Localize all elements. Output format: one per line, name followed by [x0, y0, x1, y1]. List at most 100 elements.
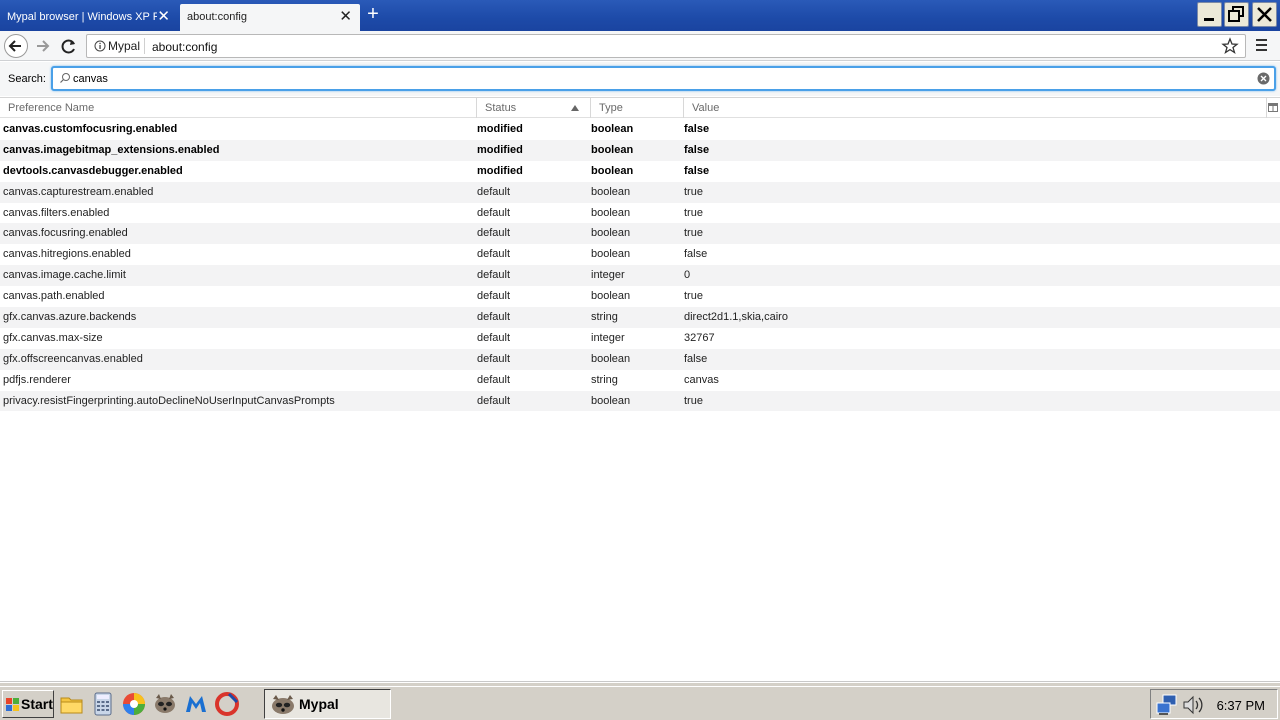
back-arrow-icon: [8, 40, 21, 52]
column-header-status[interactable]: Status: [477, 98, 591, 118]
pref-status: modified: [477, 143, 523, 156]
ccleaner-icon[interactable]: [215, 692, 239, 716]
preferences-table: canvas.customfocusring.enabled modified …: [0, 119, 1280, 412]
table-row[interactable]: canvas.image.cache.limit default integer…: [0, 265, 1280, 287]
search-row: Search:: [0, 62, 1280, 96]
back-button[interactable]: [4, 34, 28, 58]
browser-color-wheel-icon[interactable]: [122, 692, 146, 716]
table-row[interactable]: gfx.offscreencanvas.enabled default bool…: [0, 348, 1280, 370]
folder-icon[interactable]: [60, 692, 84, 716]
pref-value: false: [684, 164, 710, 177]
tab-mypal-browser[interactable]: Mypal browser | Windows XP Fo ✕: [0, 4, 178, 31]
tab-label: Mypal browser | Windows XP Fo: [7, 11, 157, 23]
mypal-raccoon-icon: [272, 695, 294, 714]
minimize-button[interactable]: [1197, 2, 1222, 27]
site-identity-label[interactable]: Mypal: [108, 39, 140, 53]
pref-name: canvas.imagebitmap_extensions.enabled: [3, 143, 220, 156]
pref-value: direct2d1.1,skia,cairo: [684, 311, 788, 324]
reload-icon: [61, 39, 75, 54]
search-field[interactable]: [51, 66, 1276, 91]
table-row[interactable]: canvas.path.enabled default boolean true: [0, 286, 1280, 307]
pref-status: default: [477, 331, 511, 344]
taskbar-window-label: Mypal: [299, 696, 339, 712]
search-input[interactable]: [73, 71, 1243, 87]
table-row[interactable]: gfx.canvas.azure.backends default string…: [0, 307, 1280, 328]
pref-value: false: [684, 352, 708, 365]
pref-status: default: [477, 248, 511, 261]
pref-name: gfx.offscreencanvas.enabled: [3, 352, 143, 365]
hamburger-menu-icon[interactable]: [1254, 37, 1270, 53]
reload-button[interactable]: [57, 34, 81, 58]
malwarebytes-icon[interactable]: [184, 692, 208, 716]
content-bottom-border: [0, 681, 1280, 682]
pref-status: modified: [477, 123, 523, 135]
close-window-button[interactable]: [1252, 2, 1277, 27]
minimize-icon: [1204, 18, 1214, 21]
table-row[interactable]: devtools.canvasdebugger.enabled modified…: [0, 161, 1280, 182]
star-icon[interactable]: [1221, 37, 1239, 55]
search-icon: [60, 73, 70, 83]
pref-name: canvas.customfocusring.enabled: [3, 123, 178, 135]
start-label: Start: [21, 696, 53, 712]
column-picker-icon[interactable]: [1268, 103, 1278, 113]
table-row[interactable]: canvas.capturestream.enabled default boo…: [0, 181, 1280, 203]
table-row[interactable]: canvas.filters.enabled default boolean t…: [0, 203, 1280, 224]
pref-status: modified: [477, 164, 523, 177]
sort-ascending-icon: [571, 105, 579, 111]
pref-type: boolean: [591, 206, 631, 219]
pref-value: true: [684, 290, 703, 303]
pref-type: boolean: [591, 143, 634, 156]
table-row[interactable]: canvas.customfocusring.enabled modified …: [0, 119, 1280, 140]
pref-status: default: [477, 352, 511, 365]
clock: 6:37 PM: [1216, 698, 1265, 713]
taskbar-window-mypal[interactable]: Mypal: [264, 689, 391, 719]
forward-button[interactable]: [31, 34, 55, 58]
pref-name: canvas.path.enabled: [3, 290, 105, 303]
column-header-value[interactable]: Value: [684, 98, 1267, 118]
tab-about-config[interactable]: about:config ✕: [180, 4, 360, 31]
pref-name: devtools.canvasdebugger.enabled: [3, 164, 183, 177]
pref-type: boolean: [591, 248, 631, 261]
pref-type: boolean: [591, 227, 631, 240]
pref-name: privacy.resistFingerprinting.autoDecline…: [3, 394, 335, 407]
url-text[interactable]: about:config: [152, 40, 217, 54]
search-label: Search:: [8, 73, 46, 85]
tab-close-icon[interactable]: ✕: [339, 9, 352, 24]
table-row[interactable]: gfx.canvas.max-size default integer 3276…: [0, 328, 1280, 349]
table-row[interactable]: canvas.hitregions.enabled default boolea…: [0, 244, 1280, 265]
pref-type: string: [591, 311, 618, 324]
restore-button[interactable]: [1224, 2, 1249, 27]
pref-value: true: [684, 185, 703, 198]
calculator-icon[interactable]: [91, 692, 115, 716]
restore-icon: [1228, 6, 1244, 22]
info-icon[interactable]: [94, 40, 106, 52]
clear-icon[interactable]: [1257, 72, 1270, 85]
pref-value: 0: [684, 269, 691, 282]
table-row[interactable]: pdfjs.renderer default string canvas: [0, 370, 1280, 391]
start-button[interactable]: Start: [2, 690, 54, 718]
pref-status: default: [477, 269, 511, 282]
pref-value: 32767: [684, 331, 715, 344]
mypal-raccoon-icon[interactable]: [153, 692, 177, 716]
table-row[interactable]: privacy.resistFingerprinting.autoDecline…: [0, 390, 1280, 412]
table-row[interactable]: canvas.focusring.enabled default boolean…: [0, 223, 1280, 245]
windows-flag-icon: [6, 698, 19, 711]
column-header-type[interactable]: Type: [591, 98, 684, 118]
url-bar[interactable]: Mypal about:config: [86, 34, 1246, 58]
pref-type: boolean: [591, 290, 631, 303]
table-row[interactable]: canvas.imagebitmap_extensions.enabled mo…: [0, 139, 1280, 161]
new-tab-button[interactable]: +: [364, 4, 382, 25]
network-icon[interactable]: [1155, 693, 1179, 717]
volume-icon[interactable]: [1181, 693, 1205, 717]
pref-type: boolean: [591, 185, 631, 198]
forward-arrow-icon: [37, 40, 50, 52]
preferences-table-header: Preference Name Status Type Value: [0, 97, 1280, 118]
column-header-name[interactable]: Preference Name: [0, 98, 477, 118]
pref-status: default: [477, 290, 511, 303]
url-divider: [144, 38, 145, 54]
system-tray: 6:37 PM: [1150, 689, 1278, 719]
pref-status: default: [477, 185, 511, 198]
tab-close-icon[interactable]: ✕: [157, 9, 170, 24]
pref-type: string: [591, 373, 618, 386]
title-bar: Mypal browser | Windows XP Fo ✕ about:co…: [0, 0, 1280, 31]
